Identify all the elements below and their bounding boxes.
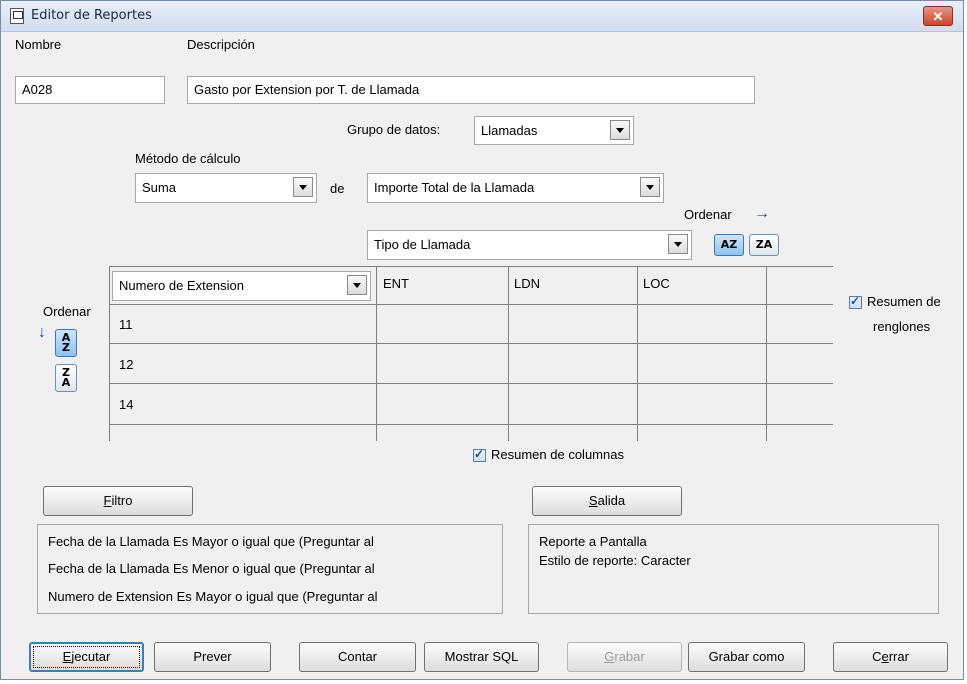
- chevron-down-icon[interactable]: [293, 177, 313, 197]
- column-header[interactable]: ENT: [383, 276, 409, 291]
- filtro-accel: F: [103, 493, 112, 508]
- grabar-como-button[interactable]: Grabar como: [688, 642, 805, 672]
- salida-line: Reporte a Pantalla: [539, 534, 647, 549]
- row-field-select[interactable]: Numero de Extension: [112, 271, 371, 301]
- filtro-rest: iltro: [111, 493, 133, 508]
- row-sort-za-button[interactable]: Z A: [55, 364, 77, 392]
- grid-line: [109, 343, 833, 344]
- filtro-condition[interactable]: Numero de Extension Es Mayor o igual que…: [48, 589, 378, 604]
- column-field-select[interactable]: Tipo de Llamada: [367, 230, 692, 260]
- row-sort-az-button[interactable]: A Z: [55, 329, 77, 357]
- metodo-select[interactable]: Suma: [135, 173, 317, 203]
- grid-line: [109, 266, 833, 267]
- row-field-value: Numero de Extension: [119, 278, 245, 293]
- row-value[interactable]: 14: [119, 397, 133, 412]
- column-header[interactable]: LDN: [514, 276, 540, 291]
- grid-line: [637, 266, 638, 441]
- column-sort-za-button[interactable]: ZA: [749, 234, 779, 256]
- filtro-condition[interactable]: Fecha de la Llamada Es Menor o igual que…: [48, 561, 375, 576]
- ejecutar-rest: jecutar: [71, 649, 111, 664]
- report-editor-window: Editor de Reportes ✕ Nombre A028 Descrip…: [0, 0, 964, 680]
- row-value[interactable]: 11: [119, 317, 133, 332]
- resumen-renglones-label: Resumen de: [867, 294, 941, 309]
- sort-letter: A: [61, 376, 71, 389]
- column-sort-az-button[interactable]: AZ: [714, 234, 744, 256]
- chevron-down-icon[interactable]: [347, 275, 367, 295]
- grabar-rest: rabar: [614, 649, 645, 664]
- grid-line: [766, 266, 767, 441]
- nombre-input[interactable]: A028: [15, 76, 165, 104]
- title-bar: Editor de Reportes ✕: [1, 1, 963, 32]
- grupo-value: Llamadas: [481, 123, 538, 138]
- resumen-columnas-checkbox[interactable]: [473, 447, 486, 462]
- column-sort-label: Ordenar: [684, 207, 732, 222]
- grabar-accel: G: [604, 649, 615, 664]
- salida-rest: alida: [597, 493, 626, 508]
- column-field-value: Tipo de Llamada: [374, 237, 471, 252]
- grid-line: [109, 266, 110, 441]
- cerrar-accel: e: [881, 649, 889, 664]
- grid-line: [109, 424, 833, 425]
- mostrar-sql-button[interactable]: Mostrar SQL: [424, 642, 539, 672]
- grupo-label: Grupo de datos:: [347, 122, 441, 137]
- metodo-label: Método de cálculo: [135, 151, 241, 166]
- cerrar-button[interactable]: Cerrar: [833, 642, 948, 672]
- grabar-button: Grabar: [567, 642, 682, 672]
- salida-accel: S: [588, 493, 598, 508]
- contar-button[interactable]: Contar: [299, 642, 416, 672]
- resumen-renglones-label-2: renglones: [873, 319, 931, 334]
- close-button[interactable]: ✕: [923, 6, 953, 26]
- descripcion-input[interactable]: Gasto por Extension por T. de Llamada: [187, 76, 755, 104]
- grid-line: [376, 266, 377, 441]
- prever-button[interactable]: Prever: [154, 642, 271, 672]
- cerrar-rest: rrar: [888, 649, 909, 664]
- app-icon: [10, 8, 24, 24]
- row-value[interactable]: 12: [119, 357, 133, 372]
- chevron-down-icon[interactable]: [610, 120, 630, 140]
- grupo-select[interactable]: Llamadas: [474, 116, 634, 145]
- metodo-value: Suma: [142, 180, 176, 195]
- sort-letter: Z: [62, 341, 70, 354]
- salida-line: Estilo de reporte: Caracter: [539, 553, 691, 568]
- ejecutar-button[interactable]: Ejecutar: [29, 642, 144, 672]
- nombre-label: Nombre: [15, 37, 62, 52]
- de-label: de: [330, 181, 345, 196]
- grid-line: [109, 304, 833, 305]
- campo-value: Importe Total de la Llamada: [374, 180, 535, 195]
- row-sort-label: Ordenar: [43, 304, 91, 319]
- campo-select[interactable]: Importe Total de la Llamada: [367, 173, 664, 203]
- grid-line: [508, 266, 509, 441]
- arrow-right-icon: →: [754, 205, 770, 222]
- chevron-down-icon[interactable]: [668, 234, 688, 254]
- filtro-list[interactable]: Fecha de la Llamada Es Mayor o igual que…: [37, 524, 503, 614]
- salida-box: Reporte a Pantalla Estilo de reporte: Ca…: [528, 524, 939, 614]
- arrow-down-icon: ↓: [38, 324, 46, 341]
- resumen-renglones-checkbox[interactable]: [849, 294, 862, 309]
- salida-button[interactable]: Salida: [532, 486, 682, 516]
- column-header[interactable]: LOC: [643, 276, 670, 291]
- resumen-columnas-label: Resumen de columnas: [491, 447, 624, 462]
- filtro-condition[interactable]: Fecha de la Llamada Es Mayor o igual que…: [48, 534, 374, 549]
- window-title: Editor de Reportes: [31, 8, 152, 23]
- ejecutar-accel: E: [62, 649, 72, 664]
- descripcion-label: Descripción: [187, 37, 255, 52]
- filtro-button[interactable]: Filtro: [43, 486, 193, 516]
- grid-line: [109, 383, 833, 384]
- chevron-down-icon[interactable]: [640, 177, 660, 197]
